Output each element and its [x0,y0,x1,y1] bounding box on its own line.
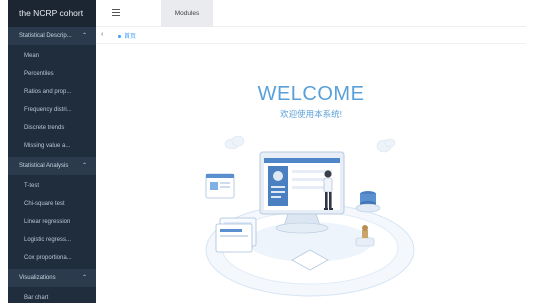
breadcrumb: ‹ 首页 [96,28,526,44]
chevron-up-icon: ⌃ [81,275,87,281]
submenu-statistical-analysis: T-test Chi-square test Linear regression… [8,175,96,269]
sidebar-item-bar-chart[interactable]: Bar chart [8,289,96,303]
app-title: the NCRP cohort [8,0,96,27]
sidebar-item-mean[interactable]: Mean [8,47,96,65]
hamburger-icon[interactable] [112,9,120,17]
breadcrumb-home[interactable]: 首页 [124,31,136,40]
tab-modules[interactable]: Modules [161,0,213,27]
chevron-up-icon: ⌃ [81,33,87,39]
chevron-up-icon: ⌃ [81,163,87,169]
frame-edge [526,0,535,308]
chevron-left-icon[interactable]: ‹ [101,31,103,38]
top-bar: Modules [96,0,526,27]
welcome-title: WELCOME [257,83,365,105]
sidebar-item-logistic-regression[interactable]: Logistic regress... [8,231,96,249]
breadcrumb-dot-icon [118,35,121,38]
sidebar-item-linear-regression[interactable]: Linear regression [8,213,96,231]
sidebar: the NCRP cohort Statistical Descrip... ⌃… [8,0,96,303]
submenu-visualizations: Bar chart [8,287,96,303]
sidebar-section-statistical-analysis[interactable]: Statistical Analysis ⌃ [8,157,96,175]
section-label: Statistical Descrip... [19,33,72,39]
submenu-statistical-description: Mean Percentiles Ratios and prop... Freq… [8,45,96,157]
sidebar-item-discrete-trends[interactable]: Discrete trends [8,119,96,137]
sidebar-item-ratios[interactable]: Ratios and prop... [8,83,96,101]
sidebar-item-t-test[interactable]: T-test [8,177,96,195]
welcome-illustration [205,135,415,297]
sidebar-item-frequency[interactable]: Frequency distri... [8,101,96,119]
welcome-subtitle: 欢迎使用本系统! [280,109,342,119]
sidebar-item-chi-square[interactable]: Chi-square test [8,195,96,213]
sidebar-item-cox-proportional[interactable]: Cox proportiona... [8,249,96,267]
main-content: WELCOME 欢迎使用本系统! [96,44,526,303]
sidebar-section-statistical-description[interactable]: Statistical Descrip... ⌃ [8,27,96,45]
sidebar-section-visualizations[interactable]: Visualizations ⌃ [8,269,96,287]
section-label: Visualizations [19,275,56,281]
section-label: Statistical Analysis [19,163,69,169]
sidebar-item-percentiles[interactable]: Percentiles [8,65,96,83]
sidebar-item-missing-value[interactable]: Missing value a... [8,137,96,155]
